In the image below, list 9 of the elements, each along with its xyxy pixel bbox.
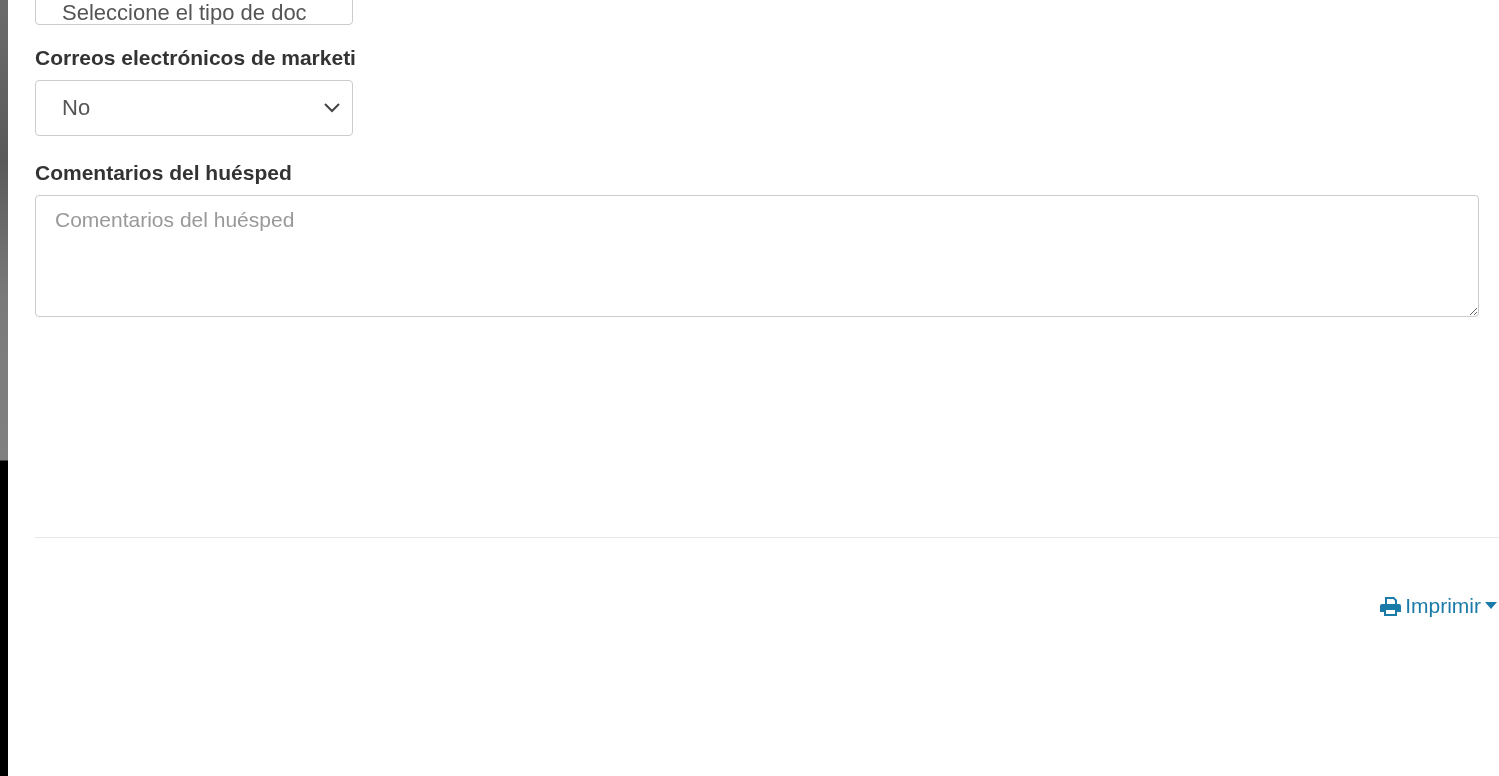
caret-down-icon xyxy=(1485,602,1497,610)
field-label: Comentarios del huésped xyxy=(35,161,292,184)
field-label: Correos electrónicos de marketi xyxy=(35,46,356,69)
comments-field[interactable]: Comentarios del huésped xyxy=(35,195,1479,317)
print-menu-link[interactable]: Imprimir xyxy=(1380,594,1497,618)
dropdown-select[interactable]: Seleccione el tipo de doc xyxy=(35,0,353,25)
dropdown-select[interactable]: No xyxy=(35,80,353,136)
printer-icon xyxy=(1380,596,1402,616)
chevron-down-icon xyxy=(324,103,340,113)
